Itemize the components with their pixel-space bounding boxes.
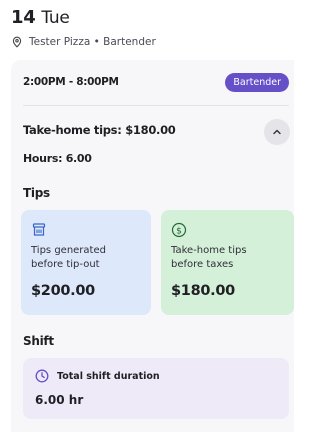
divider xyxy=(23,105,289,106)
take-home-tips-tile: $ Take-home tips before taxes $180.00 xyxy=(161,210,294,315)
day-number: 14 xyxy=(11,7,36,28)
shift-duration-value: 6.00 hr xyxy=(35,393,84,407)
take-home-tips-summary: Take-home tips: $180.00 xyxy=(23,123,176,137)
location-pin-icon xyxy=(12,36,22,48)
shift-section-title: Shift xyxy=(23,334,54,348)
location-row: Tester Pizza • Bartender xyxy=(11,36,156,48)
tip-jar-icon xyxy=(32,223,46,236)
take-home-tips-label: Take-home tips before taxes xyxy=(171,245,247,270)
chevron-up-icon xyxy=(273,129,281,135)
hours-summary: Hours: 6.00 xyxy=(23,152,92,165)
page-title: 14 Tue xyxy=(11,7,70,28)
svg-text:$: $ xyxy=(176,226,182,236)
shift-duration-label: Total shift duration xyxy=(57,370,160,382)
shift-card: 2:00PM - 8:00PM Bartender Take-home tips… xyxy=(11,60,294,432)
tips-generated-amount: $200.00 xyxy=(31,283,95,299)
role-badge: Bartender xyxy=(225,72,289,92)
shift-duration-header: Total shift duration xyxy=(35,369,160,383)
location-text: Tester Pizza • Bartender xyxy=(29,36,156,48)
tips-generated-tile: Tips generated before tip-out $200.00 xyxy=(21,210,151,315)
clock-icon xyxy=(35,369,49,383)
tips-section-title: Tips xyxy=(23,186,50,200)
day-of-week: Tue xyxy=(41,8,70,28)
dollar-circle-icon: $ xyxy=(171,222,187,238)
shift-time: 2:00PM - 8:00PM xyxy=(23,76,119,88)
shift-time-row: 2:00PM - 8:00PM Bartender xyxy=(23,72,289,92)
take-home-tips-amount: $180.00 xyxy=(171,283,235,299)
tips-generated-label: Tips generated before tip-out xyxy=(31,245,106,270)
shift-duration-tile: Total shift duration 6.00 hr xyxy=(23,358,289,419)
collapse-button[interactable] xyxy=(264,119,290,145)
